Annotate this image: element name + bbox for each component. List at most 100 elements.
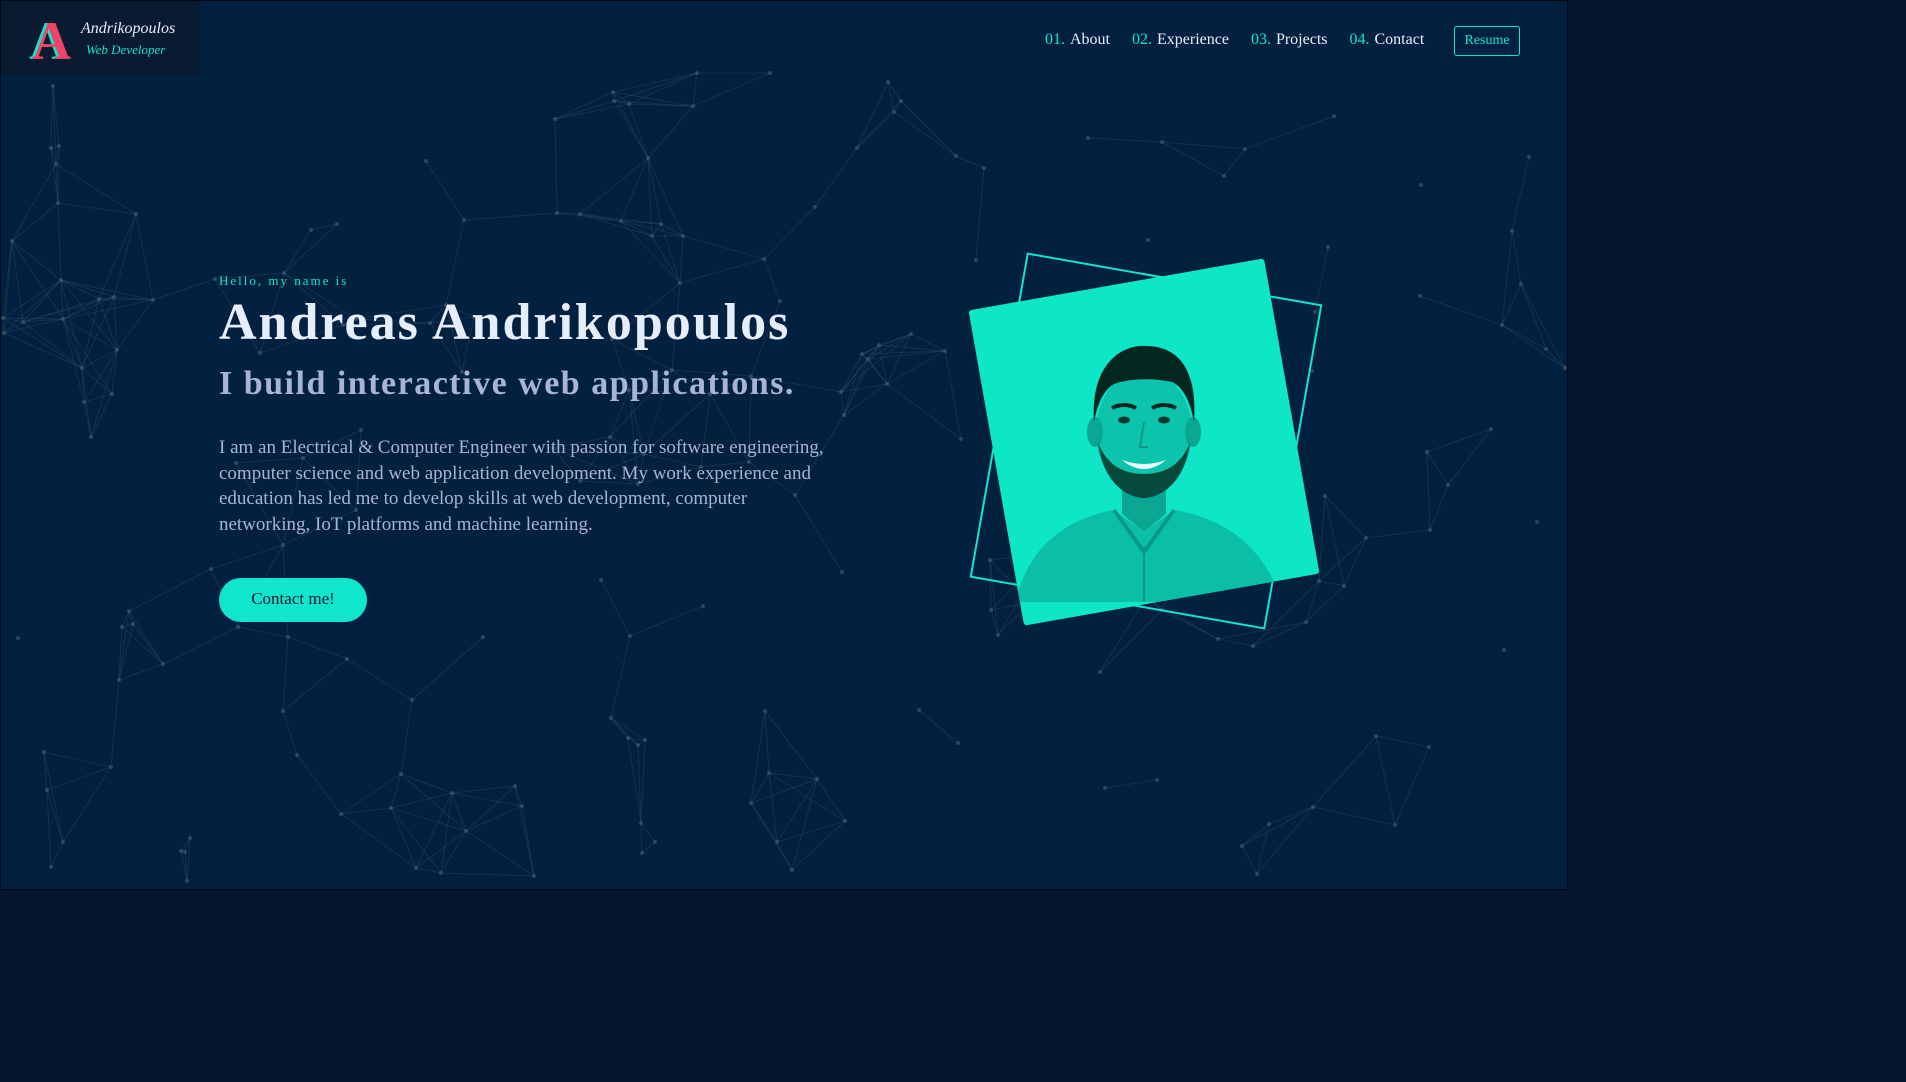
network-link (282, 710, 298, 756)
network-link (1318, 580, 1345, 587)
network-node (646, 156, 650, 160)
nav-label: Projects (1275, 31, 1328, 48)
nav-item-experience[interactable]: 02. Experience (1132, 31, 1229, 49)
network-node (54, 162, 58, 166)
network-node (956, 741, 960, 745)
network-node (410, 698, 414, 702)
network-node (151, 298, 155, 302)
network-link (1501, 283, 1522, 326)
network-link (1318, 495, 1326, 582)
network-link (554, 91, 614, 120)
network-link (612, 72, 698, 93)
network-node (1326, 245, 1330, 249)
network-link (128, 610, 134, 625)
network-node (1510, 229, 1514, 233)
main-nav: 01. About 02. Experience 03. Projects 04. Co… (1045, 31, 1446, 49)
network-link (763, 206, 816, 260)
network-link (425, 160, 465, 221)
network-node (49, 146, 53, 150)
network-node (1311, 805, 1315, 809)
network-link (816, 778, 846, 822)
contact-me-button[interactable]: Contact me! (219, 578, 367, 622)
network-node (899, 99, 903, 103)
network-node (1222, 174, 1226, 178)
network-link (679, 258, 765, 284)
network-node (974, 258, 978, 262)
network-link (776, 820, 846, 843)
resume-button[interactable]: Resume (1454, 26, 1520, 56)
network-link (400, 699, 413, 775)
network-link (647, 157, 684, 237)
network-node (281, 709, 285, 713)
network-link (840, 344, 880, 393)
network-node (80, 366, 84, 370)
network-node (117, 678, 121, 682)
profile-photo (968, 258, 1320, 626)
network-link (346, 658, 413, 701)
network-link (893, 111, 957, 157)
network-link (282, 636, 289, 712)
network-link (3, 279, 62, 334)
network-node (701, 604, 705, 608)
network-node (1502, 648, 1506, 652)
network-node (749, 801, 753, 805)
network-node (520, 804, 524, 808)
network-link (600, 579, 631, 637)
network-link (1501, 324, 1566, 369)
network-link (1501, 230, 1513, 326)
nav-item-about[interactable]: 01. About (1045, 31, 1110, 49)
network-link (390, 807, 442, 874)
network-link (46, 766, 112, 791)
network-link (640, 822, 656, 843)
network-link (98, 213, 137, 300)
network-link (400, 773, 453, 794)
network-link (641, 841, 656, 854)
network-link (50, 85, 54, 149)
logo-name: Andrikopoulos (81, 20, 176, 37)
network-link (1241, 806, 1314, 847)
network-link (237, 626, 289, 638)
nav-item-projects[interactable]: 03. Projects (1251, 31, 1328, 49)
network-node (89, 435, 93, 439)
network-link (451, 785, 516, 794)
network-node (213, 277, 217, 281)
nav-label: About (1070, 31, 1110, 48)
network-node (450, 791, 454, 795)
network-node (10, 239, 14, 243)
network-node (639, 821, 643, 825)
logo-block[interactable]: A A Andrikopoulos Web Developer (1, 1, 199, 75)
network-node (609, 716, 613, 720)
network-node (49, 865, 53, 869)
network-link (955, 155, 985, 169)
nav-item-contact[interactable]: 04. Contact (1350, 31, 1425, 49)
network-link (11, 240, 62, 281)
network-node (1155, 778, 1159, 782)
network-link (514, 785, 535, 877)
network-link (135, 213, 154, 301)
network-link (791, 820, 846, 871)
network-link (57, 145, 60, 204)
network-link (764, 710, 818, 780)
network-link (651, 235, 681, 284)
network-node (954, 154, 958, 158)
network-link (1241, 845, 1258, 875)
network-node (578, 212, 582, 216)
profile-photo-illustration (1014, 345, 1284, 602)
network-link (2, 240, 13, 319)
network-link (1324, 495, 1367, 539)
network-node (763, 709, 767, 713)
network-node (51, 84, 55, 88)
network-node (1098, 670, 1102, 674)
network-node (1267, 822, 1271, 826)
hero-greeting: Hello, my name is (219, 273, 349, 288)
network-node (885, 382, 889, 386)
network-node (1160, 140, 1164, 144)
network-node (843, 819, 847, 823)
network-node (1374, 734, 1378, 738)
network-node (555, 211, 559, 215)
page: A A Andrikopoulos Web Developer 01. About… (0, 0, 1568, 890)
network-link (554, 100, 615, 120)
network-link (152, 278, 216, 301)
network-node (82, 400, 86, 404)
network-link (1223, 148, 1246, 177)
